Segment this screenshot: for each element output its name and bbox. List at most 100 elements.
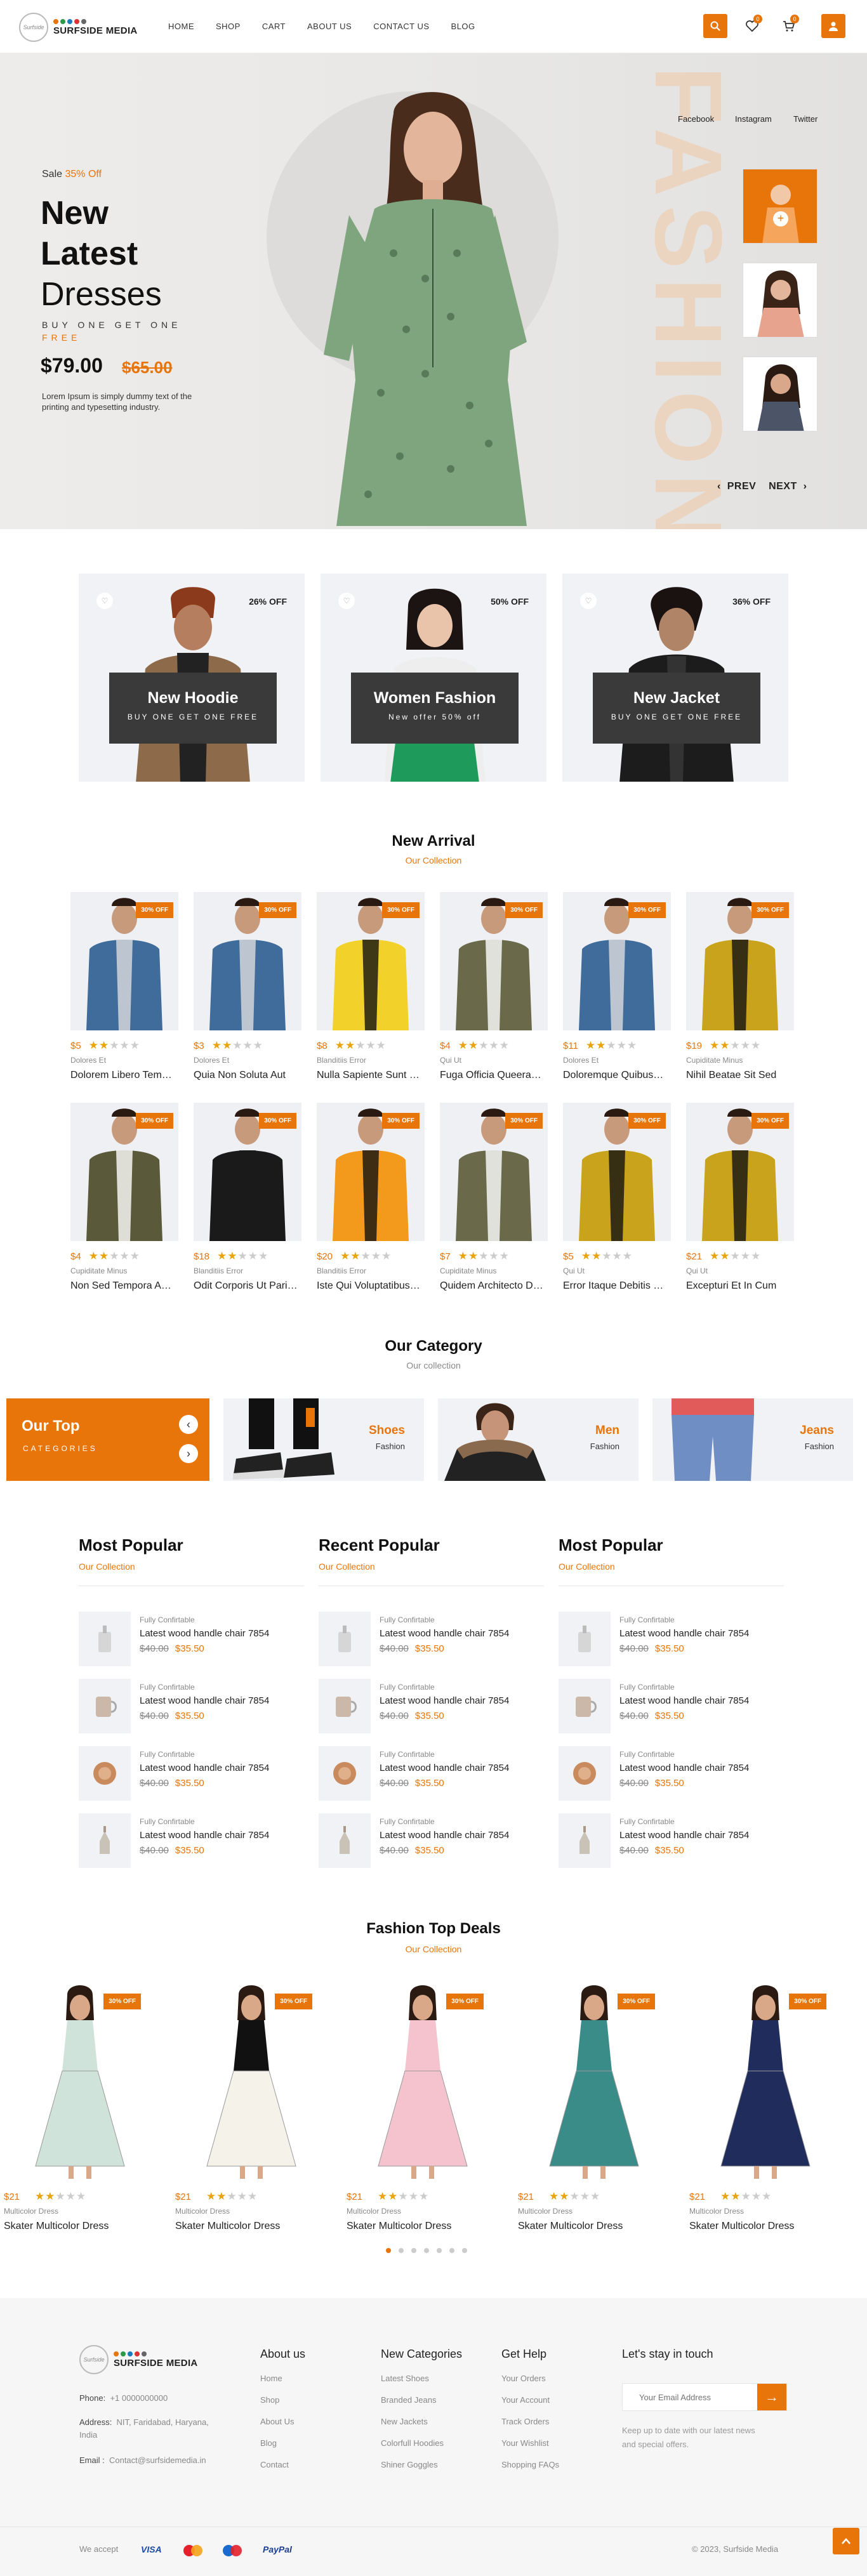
chevron-left-icon[interactable]: ‹ bbox=[717, 481, 721, 492]
footer-logo[interactable]: Surfside SURFSIDE MEDIA bbox=[79, 2345, 198, 2374]
footer-link[interactable]: Track Orders bbox=[501, 2417, 559, 2426]
product-card[interactable]: 30% OFF $19 ★★★★★ Cupiditate Minus Nihil Bea… bbox=[686, 892, 794, 1081]
list-item[interactable]: Fully Confirtable Latest wood handle chai… bbox=[319, 1746, 544, 1807]
back-to-top-button[interactable] bbox=[833, 2528, 859, 2554]
social-twitter[interactable]: Twitter bbox=[793, 114, 817, 124]
list-item[interactable]: Fully Confirtable Latest wood handle chai… bbox=[559, 1746, 784, 1807]
nav-shop[interactable]: SHOP bbox=[216, 22, 241, 31]
newsletter-submit-button[interactable]: → bbox=[757, 2384, 786, 2410]
deal-card[interactable]: 30% OFF $21 ★★★★★ Multicolor Dress Skater Mu… bbox=[175, 1982, 325, 2232]
product-name[interactable]: Doloremque Quibus… bbox=[563, 1070, 671, 1081]
footer-link[interactable]: Colorfull Hoodies bbox=[381, 2438, 462, 2448]
deal-name[interactable]: Skater Multicolor Dress bbox=[518, 2221, 668, 2232]
promo-card-hoodie[interactable]: ♡ 26% OFF New Hoodie BUY ONE GET ONE FRE… bbox=[79, 574, 305, 782]
carousel-dot[interactable] bbox=[386, 2248, 391, 2253]
product-name[interactable]: Nihil Beatae Sit Sed bbox=[686, 1070, 794, 1081]
heart-icon[interactable]: ♡ bbox=[96, 593, 113, 609]
search-button[interactable] bbox=[703, 14, 727, 38]
newsletter-email-input[interactable] bbox=[623, 2384, 757, 2410]
product-card[interactable]: 30% OFF $5 ★★★★★ Dolores Et Dolorem Libero T… bbox=[70, 892, 178, 1081]
deal-name[interactable]: Skater Multicolor Dress bbox=[175, 2221, 325, 2232]
hero-prev[interactable]: PREV bbox=[727, 481, 757, 492]
product-name[interactable]: Nulla Sapiente Sunt … bbox=[317, 1070, 425, 1081]
carousel-dot[interactable] bbox=[411, 2248, 416, 2253]
list-item[interactable]: Fully Confirtable Latest wood handle chai… bbox=[559, 1813, 784, 1874]
nav-home[interactable]: HOME bbox=[168, 22, 194, 31]
nav-blog[interactable]: BLOG bbox=[451, 22, 475, 31]
nav-cart[interactable]: CART bbox=[262, 22, 286, 31]
hero-thumb-2[interactable] bbox=[743, 263, 817, 338]
heart-icon[interactable]: ♡ bbox=[338, 593, 355, 609]
deal-card[interactable]: 30% OFF $21 ★★★★★ Multicolor Dress Skater Mu… bbox=[689, 1982, 839, 2232]
footer-link[interactable]: Your Wishlist bbox=[501, 2438, 559, 2448]
product-card[interactable]: 30% OFF $4 ★★★★★ Qui Ut Fuga Officia Queera… bbox=[440, 892, 548, 1081]
footer-link[interactable]: New Jackets bbox=[381, 2417, 462, 2426]
promo-card-jacket[interactable]: ♡ 36% OFF New Jacket BUY ONE GET ONE FRE… bbox=[562, 574, 788, 782]
chevron-right-icon[interactable]: › bbox=[804, 481, 807, 492]
footer-link[interactable]: Blog bbox=[260, 2438, 305, 2448]
footer-link[interactable]: Latest Shoes bbox=[381, 2374, 462, 2383]
hero-thumb-3[interactable] bbox=[743, 357, 817, 431]
nav-contact[interactable]: CONTACT US bbox=[373, 22, 429, 31]
deal-name[interactable]: Skater Multicolor Dress bbox=[4, 2221, 154, 2232]
product-name[interactable]: Fuga Officia Queera… bbox=[440, 1070, 548, 1081]
list-item[interactable]: Fully Confirtable Latest wood handle chai… bbox=[79, 1679, 304, 1740]
product-card[interactable]: 30% OFF $4 ★★★★★ Cupiditate Minus Non Sed Te… bbox=[70, 1103, 178, 1292]
category-card-jeans[interactable]: Jeans Fashion bbox=[652, 1398, 853, 1481]
carousel-dot[interactable] bbox=[424, 2248, 429, 2253]
deal-name[interactable]: Skater Multicolor Dress bbox=[689, 2221, 839, 2232]
product-card[interactable]: 30% OFF $3 ★★★★★ Dolores Et Quia Non Soluta … bbox=[194, 892, 301, 1081]
carousel-dot[interactable] bbox=[449, 2248, 454, 2253]
product-name[interactable]: Iste Qui Voluptatibus… bbox=[317, 1280, 425, 1292]
deal-card[interactable]: 30% OFF $21 ★★★★★ Multicolor Dress Skater Mu… bbox=[347, 1982, 496, 2232]
account-button[interactable] bbox=[821, 14, 845, 38]
product-card[interactable]: 30% OFF $7 ★★★★★ Cupiditate Minus Quidem Arc… bbox=[440, 1103, 548, 1292]
list-item[interactable]: Fully Confirtable Latest wood handle chai… bbox=[79, 1813, 304, 1874]
list-item[interactable]: Fully Confirtable Latest wood handle chai… bbox=[319, 1813, 544, 1874]
product-name[interactable]: Quidem Architecto D… bbox=[440, 1280, 548, 1292]
product-card[interactable]: 30% OFF $18 ★★★★★ Blanditiis Error Odit Corp… bbox=[194, 1103, 301, 1292]
heart-icon[interactable]: ♡ bbox=[580, 593, 597, 609]
product-card[interactable]: 30% OFF $5 ★★★★★ Qui Ut Error Itaque Debitis… bbox=[563, 1103, 671, 1292]
carousel-dot[interactable] bbox=[399, 2248, 404, 2253]
social-instagram[interactable]: Instagram bbox=[735, 114, 772, 124]
category-card-shoes[interactable]: Shoes Fashion bbox=[223, 1398, 424, 1481]
site-logo[interactable]: Surfside SURFSIDE MEDIA bbox=[19, 13, 138, 42]
footer-link[interactable]: Shop bbox=[260, 2395, 305, 2405]
product-name[interactable]: Odit Corporis Ut Pari… bbox=[194, 1280, 301, 1292]
product-name[interactable]: Non Sed Tempora A… bbox=[70, 1280, 178, 1292]
product-card[interactable]: 30% OFF $11 ★★★★★ Dolores Et Doloremque Quib… bbox=[563, 892, 671, 1081]
product-card[interactable]: 30% OFF $20 ★★★★★ Blanditiis Error Iste Qui … bbox=[317, 1103, 425, 1292]
product-name[interactable]: Excepturi Et In Cum bbox=[686, 1280, 794, 1292]
footer-link[interactable]: About Us bbox=[260, 2417, 305, 2426]
carousel-dot[interactable] bbox=[462, 2248, 467, 2253]
footer-link[interactable]: Contact bbox=[260, 2460, 305, 2469]
hero-next[interactable]: NEXT bbox=[769, 481, 797, 492]
category-card-men[interactable]: Men Fashion bbox=[438, 1398, 639, 1481]
deal-card[interactable]: 30% OFF $21 ★★★★★ Multicolor Dress Skater Mu… bbox=[4, 1982, 154, 2232]
product-name[interactable]: Error Itaque Debitis … bbox=[563, 1280, 671, 1292]
deal-card[interactable]: 30% OFF $21 ★★★★★ Multicolor Dress Skater Mu… bbox=[518, 1982, 668, 2232]
promo-card-women[interactable]: ♡ 50% OFF Women Fashion New offer 50% of… bbox=[321, 574, 546, 782]
hero-thumb-1[interactable]: + bbox=[743, 169, 817, 244]
list-item[interactable]: Fully Confirtable Latest wood handle chai… bbox=[319, 1679, 544, 1740]
wishlist-button[interactable]: 0 bbox=[740, 14, 764, 38]
list-item[interactable]: Fully Confirtable Latest wood handle chai… bbox=[559, 1612, 784, 1672]
product-name[interactable]: Quia Non Soluta Aut bbox=[194, 1070, 301, 1081]
footer-link[interactable]: Shiner Goggles bbox=[381, 2460, 462, 2469]
footer-link[interactable]: Branded Jeans bbox=[381, 2395, 462, 2405]
nav-about[interactable]: ABOUT US bbox=[307, 22, 352, 31]
footer-link[interactable]: Home bbox=[260, 2374, 305, 2383]
social-facebook[interactable]: Facebook bbox=[678, 114, 714, 124]
list-item[interactable]: Fully Confirtable Latest wood handle chai… bbox=[559, 1679, 784, 1740]
carousel-dot[interactable] bbox=[437, 2248, 442, 2253]
chevron-left-icon[interactable]: ‹ bbox=[179, 1415, 198, 1434]
list-item[interactable]: Fully Confirtable Latest wood handle chai… bbox=[319, 1612, 544, 1672]
chevron-right-icon[interactable]: › bbox=[179, 1444, 198, 1463]
product-card[interactable]: 30% OFF $21 ★★★★★ Qui Ut Excepturi Et In Cum bbox=[686, 1103, 794, 1292]
product-name[interactable]: Dolorem Libero Tem… bbox=[70, 1070, 178, 1081]
list-item[interactable]: Fully Confirtable Latest wood handle chai… bbox=[79, 1746, 304, 1807]
footer-link[interactable]: Your Account bbox=[501, 2395, 559, 2405]
list-item[interactable]: Fully Confirtable Latest wood handle chai… bbox=[79, 1612, 304, 1672]
cart-button[interactable]: 0 bbox=[777, 14, 801, 38]
